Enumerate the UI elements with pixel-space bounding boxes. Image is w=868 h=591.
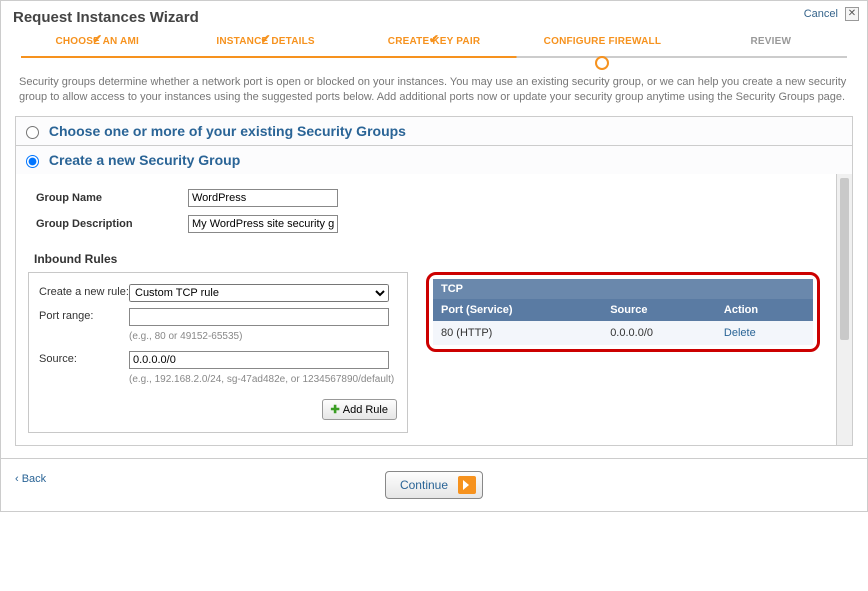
cell-source: 0.0.0.0/0	[602, 321, 716, 345]
radio-create-group[interactable]: Create a new Security Group	[15, 145, 853, 174]
arrow-right-icon	[458, 476, 476, 494]
check-icon: ✔	[92, 32, 102, 46]
step-review: REVIEW	[687, 36, 855, 59]
step-configure-firewall[interactable]: CONFIGURE FIREWALL	[518, 36, 686, 59]
wizard-steps: ✔ CHOOSE AN AMI ✔ INSTANCE DETAILS ✔ CRE…	[1, 30, 867, 59]
source-hint: (e.g., 192.168.2.0/24, sg-47ad482e, or 1…	[129, 374, 397, 385]
step-instance-details[interactable]: ✔ INSTANCE DETAILS	[181, 36, 349, 59]
cancel-label: Cancel	[804, 8, 838, 20]
back-link[interactable]: ‹ Back	[15, 473, 46, 485]
group-desc-input[interactable]	[188, 215, 338, 233]
group-name-label: Group Name	[30, 186, 180, 210]
wizard-description: Security groups determine whether a netw…	[19, 75, 849, 106]
source-label: Source:	[39, 351, 129, 365]
close-icon[interactable]: ✕	[845, 7, 859, 21]
radio-existing-input[interactable]	[26, 126, 39, 139]
source-input[interactable]	[129, 351, 389, 369]
cancel-button[interactable]: Cancel ✕	[804, 7, 859, 21]
wizard-title: Request Instances Wizard	[13, 9, 855, 26]
col-port: Port (Service)	[433, 299, 602, 321]
rules-table: TCP Port (Service) Source Action 80 (HTT…	[433, 279, 813, 345]
rule-type-select[interactable]: Custom TCP rule	[129, 284, 389, 302]
add-rule-button[interactable]: ✚Add Rule	[322, 399, 397, 420]
inbound-rules-label: Inbound Rules	[28, 246, 840, 272]
port-range-label: Port range:	[39, 308, 129, 322]
radio-existing-group[interactable]: Choose one or more of your existing Secu…	[15, 116, 853, 145]
port-range-hint: (e.g., 80 or 49152-65535)	[129, 331, 397, 342]
scrollbar[interactable]	[836, 174, 852, 445]
port-range-input[interactable]	[129, 308, 389, 326]
rule-builder-panel: Create a new rule: Custom TCP rule Port …	[28, 272, 408, 433]
step-current-dot-icon	[595, 56, 609, 70]
step-create-key-pair[interactable]: ✔ CREATE KEY PAIR	[350, 36, 518, 59]
col-action: Action	[716, 299, 813, 321]
delete-rule-link[interactable]: Delete	[716, 321, 813, 345]
radio-create-input[interactable]	[26, 155, 39, 168]
group-name-input[interactable]	[188, 189, 338, 207]
cell-port: 80 (HTTP)	[433, 321, 602, 345]
step-choose-ami[interactable]: ✔ CHOOSE AN AMI	[13, 36, 181, 59]
col-source: Source	[602, 299, 716, 321]
create-rule-label: Create a new rule:	[39, 284, 129, 298]
check-icon: ✔	[429, 32, 439, 46]
check-icon: ✔	[260, 32, 270, 46]
continue-button[interactable]: Continue	[385, 471, 483, 499]
group-desc-label: Group Description	[30, 212, 180, 236]
table-row: 80 (HTTP) 0.0.0.0/0 Delete	[433, 321, 813, 345]
rules-highlight-box: TCP Port (Service) Source Action 80 (HTT…	[426, 272, 820, 352]
protocol-header: TCP	[433, 279, 813, 299]
plus-icon: ✚	[331, 404, 340, 416]
